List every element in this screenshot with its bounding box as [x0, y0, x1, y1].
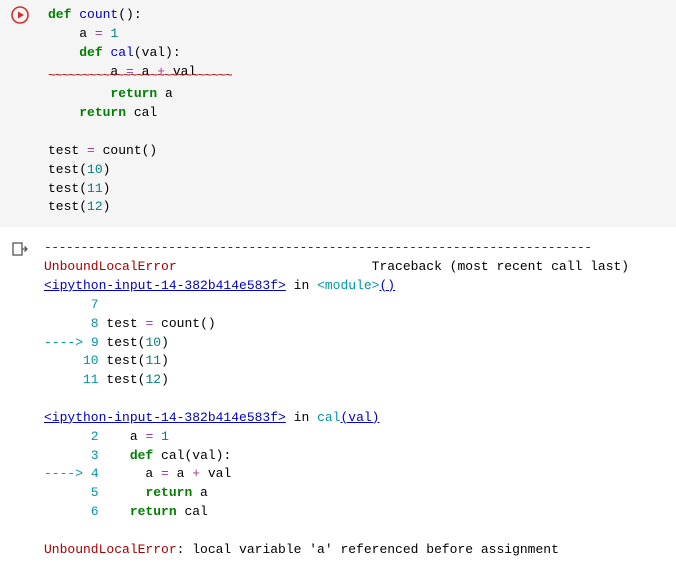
- code-text: test: [48, 143, 87, 158]
- tb-paren: (): [379, 278, 395, 293]
- tb-text: val: [200, 466, 231, 481]
- tb-text: ): [161, 353, 169, 368]
- op: +: [192, 466, 200, 481]
- tb-fn: cal: [317, 410, 340, 425]
- output-gutter: [0, 233, 40, 257]
- code-cell: def count(): a = 1 def cal(val): a = a +…: [0, 0, 676, 227]
- num: 11: [145, 353, 161, 368]
- code-text: a: [48, 26, 95, 41]
- tb-text: ): [208, 316, 216, 331]
- code-text: ():: [118, 7, 141, 22]
- kw-return: return: [145, 485, 192, 500]
- tb-text: in: [286, 278, 317, 293]
- code-text: [48, 86, 110, 101]
- tb-text: (: [200, 316, 208, 331]
- error-name: UnboundLocalError: [44, 259, 177, 274]
- tb-arrow: ---->: [44, 466, 91, 481]
- code-text: [48, 105, 79, 120]
- tb-lineno: 6: [44, 504, 106, 519]
- num: 12: [145, 372, 161, 387]
- code-editor[interactable]: def count(): a = 1 def cal(val): a = a +…: [40, 0, 676, 227]
- num: 12: [87, 199, 103, 214]
- tb-lineno: 5: [44, 485, 106, 500]
- num: 10: [87, 162, 103, 177]
- traceback-output: ----------------------------------------…: [40, 233, 676, 567]
- tb-lineno: 3: [44, 448, 106, 463]
- op: =: [87, 143, 95, 158]
- tb-text: test: [106, 372, 137, 387]
- code-text: test(: [48, 181, 87, 196]
- tb-text: cal: [153, 448, 184, 463]
- tb-text: a: [106, 429, 145, 444]
- tb-text: test: [106, 335, 137, 350]
- tb-text: cal: [177, 504, 208, 519]
- output-cell: ----------------------------------------…: [0, 233, 676, 567]
- op: =: [95, 26, 103, 41]
- tb-link[interactable]: <ipython-input-14-382b414e583f>: [44, 410, 286, 425]
- cell-gutter: [0, 0, 40, 227]
- tb-text: [106, 485, 145, 500]
- tb-text: a: [169, 466, 192, 481]
- output-icon[interactable]: [12, 241, 28, 257]
- code-text: test(: [48, 162, 87, 177]
- tb-text: [106, 504, 129, 519]
- tb-lineno: 4: [91, 466, 107, 481]
- tb-header: Traceback (most recent call last): [177, 259, 629, 274]
- tb-text: :: [223, 448, 231, 463]
- error-name: UnboundLocalError: [44, 542, 177, 557]
- tb-text: a: [106, 466, 161, 481]
- tb-lineno: 9: [91, 335, 107, 350]
- tb-lineno: 8: [44, 316, 106, 331]
- tb-text: in: [286, 410, 317, 425]
- error-squiggle: ~~~~~~~~~~~~~~~~~~~~~~~~~~~: [48, 73, 666, 79]
- code-text: a: [157, 86, 173, 101]
- kw-return: return: [79, 105, 126, 120]
- kw-def: def: [130, 448, 153, 463]
- tb-text: ): [161, 372, 169, 387]
- code-text: ): [103, 199, 111, 214]
- num: 10: [145, 335, 161, 350]
- num: 1: [161, 429, 169, 444]
- code-text: ): [103, 181, 111, 196]
- code-text: cal: [126, 105, 157, 120]
- fn-name: cal: [110, 45, 133, 60]
- op: =: [161, 466, 169, 481]
- tb-link[interactable]: <ipython-input-14-382b414e583f>: [44, 278, 286, 293]
- tb-module: <module>: [317, 278, 379, 293]
- code-text: test(: [48, 199, 87, 214]
- error-message: : local variable 'a' referenced before a…: [177, 542, 559, 557]
- tb-text: test: [106, 353, 137, 368]
- code-text: (val):: [134, 45, 181, 60]
- tb-paren: (val): [340, 410, 379, 425]
- tb-text: [106, 448, 129, 463]
- tb-lineno: 10: [44, 353, 106, 368]
- tb-arrow: ---->: [44, 335, 91, 350]
- tb-text: a: [192, 485, 208, 500]
- run-icon[interactable]: [11, 6, 29, 227]
- tb-text: ): [161, 335, 169, 350]
- tb-divider: ----------------------------------------…: [44, 240, 592, 255]
- kw-def: def: [79, 45, 102, 60]
- tb-text: [153, 429, 161, 444]
- code-text: [48, 45, 79, 60]
- fn-name: count: [79, 7, 118, 22]
- tb-lineno: 2: [44, 429, 106, 444]
- tb-text: val: [192, 448, 215, 463]
- num: 11: [87, 181, 103, 196]
- kw-return: return: [110, 86, 157, 101]
- kw-return: return: [130, 504, 177, 519]
- code-text: count(): [95, 143, 157, 158]
- code-text: ): [103, 162, 111, 177]
- num: 1: [110, 26, 118, 41]
- tb-lineno: 11: [44, 372, 106, 387]
- tb-text: test: [106, 316, 145, 331]
- tb-lineno: 7: [44, 297, 106, 312]
- kw-def: def: [48, 7, 71, 22]
- tb-text: count: [153, 316, 200, 331]
